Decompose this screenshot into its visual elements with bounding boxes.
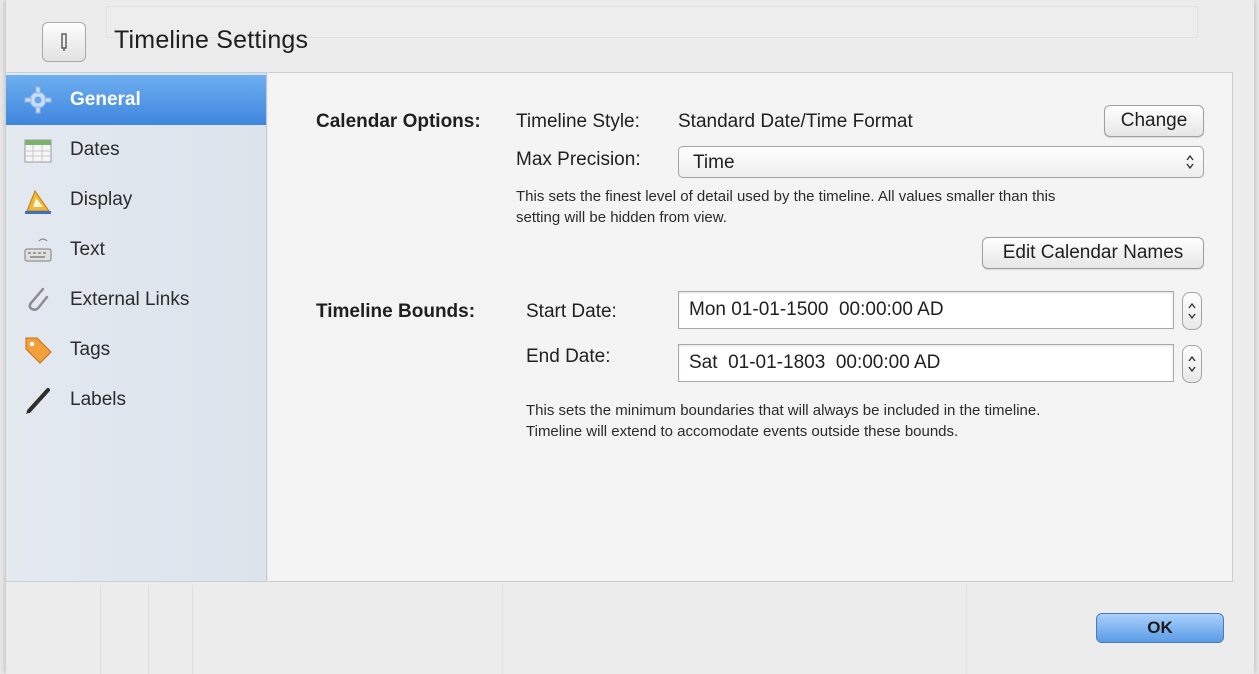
- calendar-icon: [20, 134, 56, 166]
- end-date-stepper[interactable]: [1182, 345, 1202, 383]
- ok-button[interactable]: OK: [1096, 613, 1224, 643]
- triangle-ruler-icon: [20, 184, 56, 216]
- precision-hint-line-1: This sets the finest level of detail use…: [516, 188, 1056, 205]
- bounds-hint-line-1: This sets the minimum boundaries that wi…: [526, 402, 1041, 419]
- sidebar-item-label: Dates: [70, 139, 120, 160]
- sidebar-item-labels[interactable]: Labels: [6, 375, 266, 425]
- stepper-arrows-icon: [1188, 355, 1196, 373]
- stepper-arrows-icon: [1188, 302, 1196, 320]
- sidebar-item-label: Labels: [70, 389, 126, 410]
- precision-hint-line-2: setting will be hidden from view.: [516, 209, 727, 226]
- edit-calendar-names-button[interactable]: Edit Calendar Names: [982, 237, 1204, 269]
- max-precision-value: Time: [693, 152, 735, 173]
- sidebar-item-label: Tags: [70, 339, 111, 360]
- background-divider: [100, 585, 101, 674]
- sidebar-item-general[interactable]: General: [6, 75, 266, 125]
- general-settings-panel: Calendar Options: Timeline Style: Standa…: [268, 72, 1233, 582]
- pencil-icon: [20, 384, 56, 416]
- bounds-hint-line-2: Timeline will extend to accomodate event…: [526, 423, 959, 440]
- max-precision-label: Max Precision:: [516, 149, 641, 170]
- timeline-app-icon: [42, 22, 86, 62]
- end-date-field[interactable]: [678, 344, 1174, 382]
- paperclip-icon: [20, 284, 56, 316]
- sidebar-item-text[interactable]: Text: [6, 225, 266, 275]
- sidebar-item-tags[interactable]: Tags: [6, 325, 266, 375]
- sidebar-item-display[interactable]: Display: [6, 175, 266, 225]
- change-style-button[interactable]: Change: [1104, 105, 1204, 137]
- settings-sidebar: General Dates Display Text External Link…: [6, 72, 267, 582]
- end-date-label: End Date:: [526, 346, 611, 367]
- start-date-field[interactable]: [678, 291, 1174, 329]
- timeline-settings-window: Timeline Settings General Dates Display …: [6, 0, 1254, 674]
- background-divider: [148, 585, 149, 674]
- sidebar-item-label: Display: [70, 189, 133, 210]
- keyboard-icon: [20, 234, 56, 266]
- tag-icon: [20, 334, 56, 366]
- start-date-label: Start Date:: [526, 301, 617, 322]
- background-divider: [966, 585, 967, 674]
- timeline-bounds-heading: Timeline Bounds:: [316, 301, 476, 322]
- gear-icon: [20, 84, 56, 116]
- calendar-options-heading: Calendar Options:: [316, 111, 481, 132]
- sidebar-item-label: General: [70, 89, 141, 110]
- sidebar-item-external-links[interactable]: External Links: [6, 275, 266, 325]
- background-divider: [192, 585, 193, 674]
- max-precision-select[interactable]: Time: [678, 146, 1204, 178]
- title-bar: Timeline Settings: [6, 0, 1254, 72]
- sidebar-item-label: External Links: [70, 289, 190, 310]
- sidebar-item-dates[interactable]: Dates: [6, 125, 266, 175]
- timeline-style-label: Timeline Style:: [516, 111, 640, 132]
- start-date-stepper[interactable]: [1182, 292, 1202, 330]
- timeline-style-value: Standard Date/Time Format: [678, 111, 913, 132]
- window-title: Timeline Settings: [114, 26, 309, 54]
- up-down-chevron-icon: [1185, 153, 1195, 176]
- sidebar-item-label: Text: [70, 239, 105, 260]
- background-divider: [502, 585, 503, 674]
